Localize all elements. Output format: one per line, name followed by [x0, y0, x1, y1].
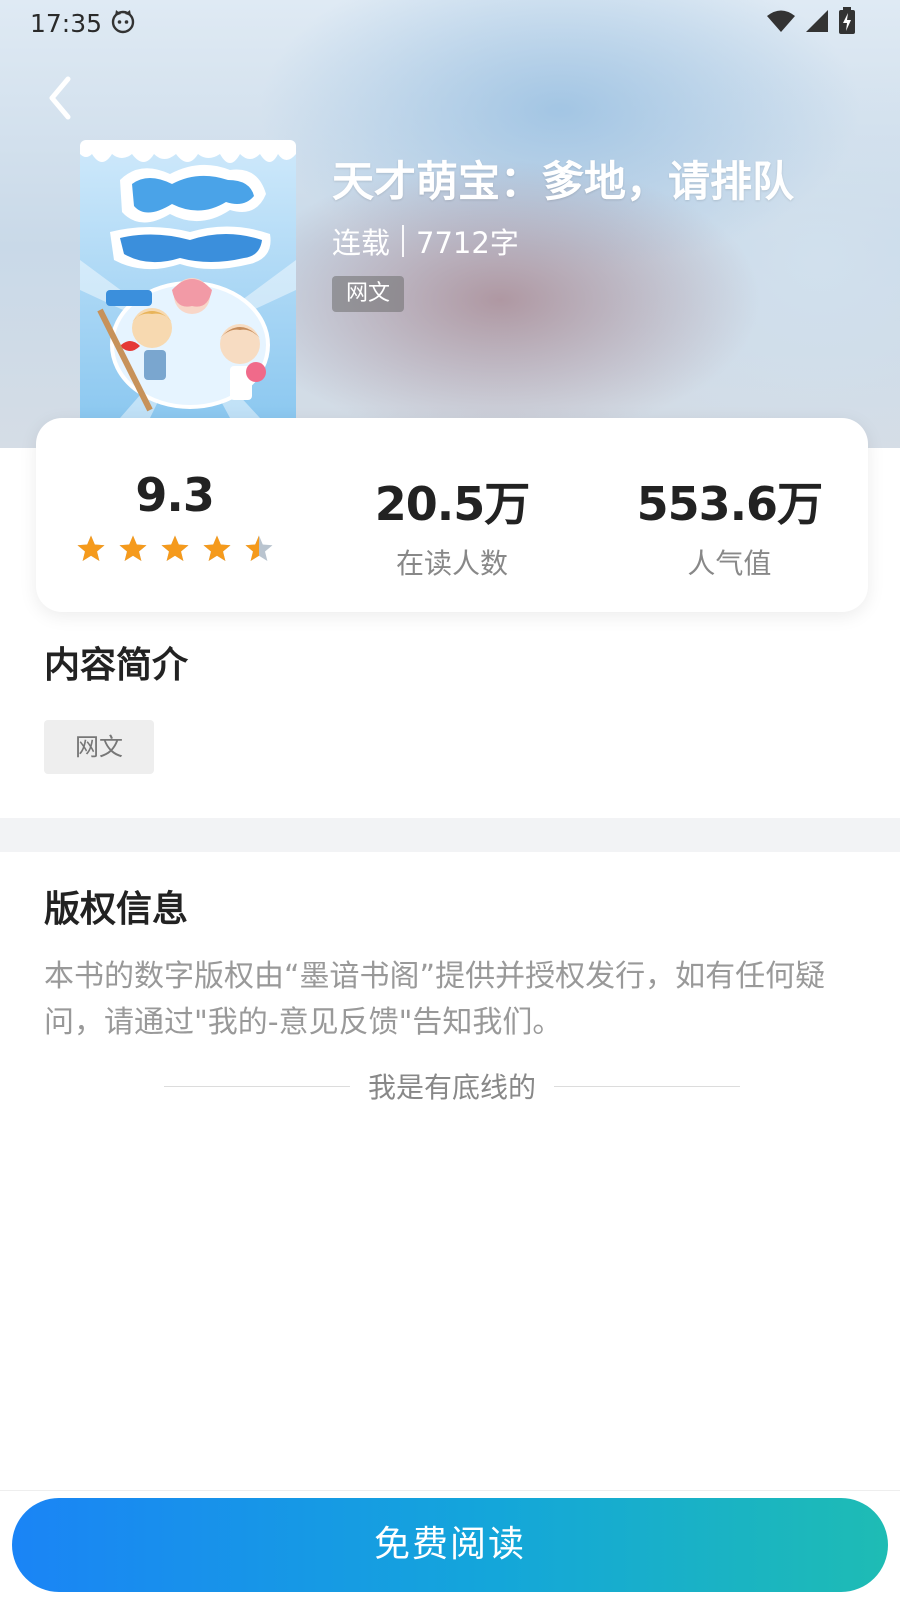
divider-line-right [554, 1085, 741, 1087]
free-read-button[interactable]: 免费阅读 [12, 1498, 888, 1592]
divider-line-left [164, 1085, 350, 1087]
book-meta: 连载 7712字 [332, 220, 519, 262]
back-button[interactable] [40, 74, 80, 126]
book-word-count: 7712字 [416, 226, 519, 260]
cellular-signal-icon [804, 9, 830, 37]
star-icon [119, 535, 147, 561]
meta-divider [402, 225, 405, 257]
readers-value: 20.5万 [374, 477, 530, 531]
book-genre-tag[interactable]: 网文 [332, 276, 405, 312]
copyright-text: 本书的数字版权由“墨谙书阁”提供并授权发行，如有任何疑问，请通过"我的-意见反馈… [44, 959, 826, 1040]
cat-face-icon [110, 8, 136, 38]
book-status: 连载 [332, 226, 391, 260]
book-title: 天才萌宝：爹地，请排队 [332, 157, 795, 206]
popularity-value: 553.6万 [636, 477, 824, 531]
copyright-section-title: 版权信息 [44, 889, 189, 930]
readers-stat: 20.5万 在读人数 [313, 418, 590, 612]
star-icon [161, 535, 189, 561]
readers-label: 在读人数 [395, 547, 508, 580]
book-cover[interactable] [80, 140, 296, 418]
wifi-icon [766, 9, 796, 37]
intro-section-title: 内容简介 [44, 645, 189, 686]
stats-card: 9.3 20.5万 在读人数 553.6万 人气值 [36, 418, 868, 612]
chevron-left-icon [46, 75, 74, 125]
rating-stat: 9.3 [36, 418, 313, 612]
rating-value: 9.3 [135, 468, 214, 522]
status-bar: 17:35 [0, 0, 900, 46]
star-icon [77, 535, 105, 561]
rating-stars [76, 534, 274, 564]
popularity-label: 人气值 [687, 547, 772, 580]
star-icon [203, 535, 231, 561]
intro-tag[interactable]: 网文 [44, 720, 154, 774]
star-icon [245, 535, 273, 561]
end-of-content-line: 我是有底线的 [164, 1066, 741, 1106]
end-of-content-text: 我是有底线的 [368, 1071, 537, 1104]
status-time: 17:35 [30, 8, 103, 38]
popularity-stat: 553.6万 人气值 [591, 418, 868, 612]
section-divider [0, 818, 900, 852]
battery-charging-icon [838, 7, 856, 39]
